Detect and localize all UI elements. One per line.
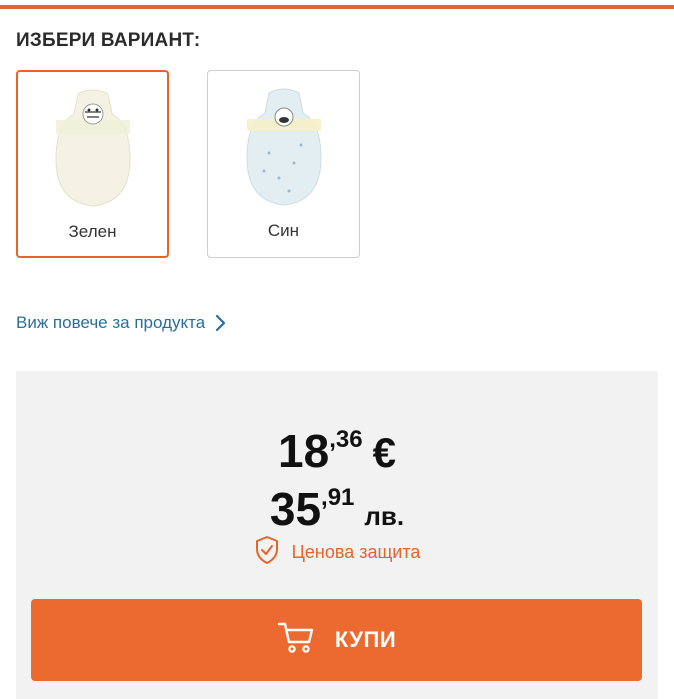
cart-icon [277, 620, 315, 660]
top-accent-bar [0, 0, 674, 9]
chevron-right-icon [215, 314, 227, 332]
variant-option-blue[interactable]: Син [207, 70, 360, 258]
price-protection[interactable]: Ценова защита [0, 535, 674, 570]
price-eur-currency: € [372, 429, 396, 476]
buy-button[interactable]: КУПИ [31, 599, 642, 681]
price-bgn-cents: ,91 [321, 484, 355, 511]
variant-label: Зелен [68, 222, 117, 241]
shield-check-icon [254, 535, 280, 570]
variant-heading: ИЗБЕРИ ВАРИАНТ: [16, 30, 201, 51]
price-eur: 18,36 € [0, 424, 674, 478]
price-bgn-main: 35 [269, 483, 322, 535]
sleeping-bag-green-image [18, 84, 167, 214]
price-protection-label: Ценова защита [291, 542, 421, 562]
buy-button-label: КУПИ [334, 627, 397, 652]
view-more-label: Виж повече за продукта [16, 313, 206, 332]
price-eur-main: 18 [278, 425, 330, 477]
price-eur-cents: ,36 [329, 426, 363, 453]
sleeping-bag-blue-image [208, 83, 359, 213]
variant-label: Син [267, 221, 300, 240]
variant-option-green[interactable]: Зелен [16, 70, 169, 258]
price-bgn: 35,91 лв. [0, 482, 674, 536]
price-bgn-currency: лв. [364, 501, 405, 531]
view-more-product-link[interactable]: Виж повече за продукта [16, 313, 227, 333]
